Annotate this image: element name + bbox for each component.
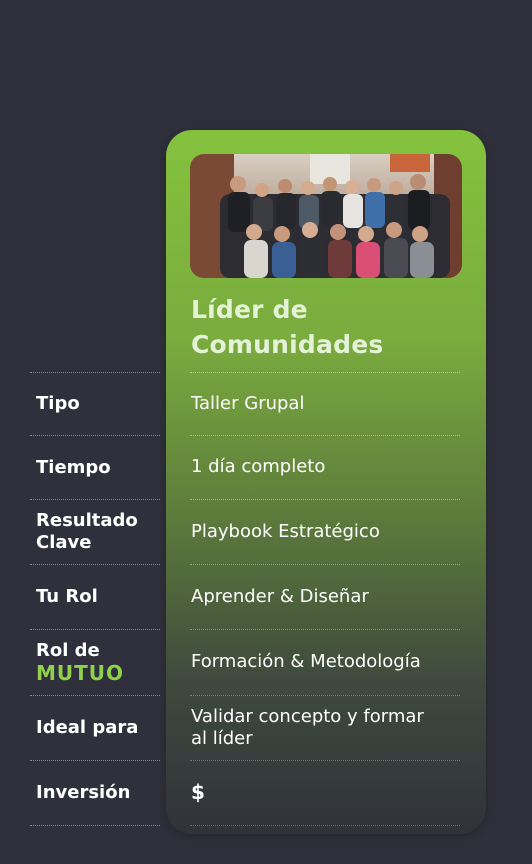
row-divider: [190, 695, 460, 696]
row-divider: [190, 372, 460, 373]
page-title: Líder de Comunidades: [191, 292, 383, 362]
mutuo-logo: MUTUO: [36, 661, 125, 685]
row-label-inversion: Inversión: [36, 782, 131, 803]
row-divider: [190, 435, 460, 436]
row-divider: [30, 825, 160, 826]
row-value-rol-de-mutuo: Formación & Metodología: [191, 651, 421, 672]
row-divider: [190, 825, 460, 826]
group-photo: [190, 154, 462, 278]
title-line-2: Comunidades: [191, 330, 384, 359]
row-divider: [190, 499, 460, 500]
row-label-tiempo: Tiempo: [36, 457, 111, 478]
label-line-1: Rol de: [36, 640, 100, 661]
row-value-tu-rol: Aprender & Diseñar: [191, 586, 369, 607]
row-divider: [30, 564, 160, 565]
title-line-1: Líder de: [191, 295, 308, 324]
row-value-tipo: Taller Grupal: [191, 393, 305, 414]
row-divider: [30, 435, 160, 436]
row-label-rol-de-mutuo: Rol de MUTUO: [36, 640, 124, 684]
value-line-2: al líder: [191, 728, 253, 749]
row-divider: [30, 629, 160, 630]
row-divider: [30, 372, 160, 373]
row-divider: [30, 695, 160, 696]
row-label-tu-rol: Tu Rol: [36, 586, 98, 607]
row-label-resultado-clave: Resultado Clave: [36, 510, 138, 554]
row-divider: [30, 760, 160, 761]
row-value-inversion: $: [191, 780, 205, 804]
row-divider: [190, 629, 460, 630]
label-line-2: Clave: [36, 532, 92, 553]
row-divider: [30, 499, 160, 500]
row-value-tiempo: 1 día completo: [191, 456, 326, 477]
row-value-ideal-para: Validar concepto y formar al líder: [191, 706, 424, 750]
label-line-1: Resultado: [36, 510, 138, 531]
row-label-tipo: Tipo: [36, 393, 80, 414]
row-value-resultado-clave: Playbook Estratégico: [191, 521, 380, 542]
row-label-ideal-para: Ideal para: [36, 717, 139, 738]
row-divider: [190, 564, 460, 565]
value-line-1: Validar concepto y formar: [191, 706, 424, 727]
row-divider: [190, 760, 460, 761]
